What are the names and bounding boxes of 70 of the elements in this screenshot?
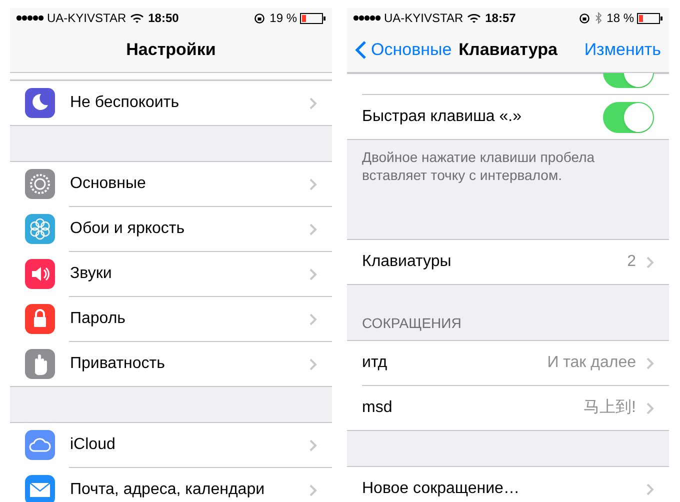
chevron-icon: [309, 484, 317, 496]
row-label: Звуки: [70, 264, 112, 284]
lock-icon: [25, 304, 55, 334]
row-label: Обои и яркость: [70, 219, 185, 239]
wifi-icon: [130, 13, 144, 23]
cloud-icon: [25, 430, 55, 460]
settings-row[interactable]: iCloud: [10, 423, 332, 467]
battery-icon: [300, 12, 326, 24]
row-label: msd: [362, 398, 392, 418]
flower-icon: [25, 214, 55, 244]
battery-icon: [637, 12, 663, 24]
bluetooth-icon: [594, 12, 602, 24]
chevron-icon: [309, 178, 317, 190]
battery-text: 18 %: [606, 10, 634, 27]
time-text: 18:50: [148, 10, 179, 27]
row-label: Быстрая клавиша «.»: [362, 107, 522, 127]
row-label: Пароль: [70, 309, 126, 329]
rotation-lock-icon: [254, 12, 265, 24]
row-label: Клавиатуры: [362, 252, 452, 272]
rotation-lock-icon: [578, 12, 590, 24]
row-value: 马上到!: [584, 398, 636, 418]
chevron-icon: [646, 482, 654, 496]
chevron-icon: [309, 358, 317, 370]
settings-row[interactable]: Основные: [10, 162, 332, 206]
signal-icon: [16, 15, 44, 21]
chevron-icon: [309, 96, 317, 110]
moon-icon: [25, 88, 55, 118]
toggle-switch[interactable]: [603, 102, 654, 132]
chevron-icon: [646, 256, 654, 268]
settings-row[interactable]: Почта, адреса, календари: [10, 468, 332, 502]
row-label: Почта, адреса, календари: [70, 480, 265, 500]
settings-row[interactable]: Обои и яркость: [10, 207, 332, 251]
row-value: И так далее: [547, 353, 636, 373]
carrier-text: UA-KYIVSTAR: [384, 10, 464, 27]
hand-icon: [25, 349, 55, 379]
chevron-icon: [309, 312, 317, 326]
back-chevron-icon: [355, 40, 367, 60]
settings-row[interactable]: Не беспокоить: [10, 81, 332, 125]
screen-title: Клавиатура: [458, 39, 558, 62]
settings-row[interactable]: Клавиатуры 2: [347, 240, 669, 284]
settings-row[interactable]: Звуки: [10, 252, 332, 296]
settings-row[interactable]: Пароль: [10, 297, 332, 341]
settings-row[interactable]: msd 马上到!: [347, 386, 669, 430]
back-button[interactable]: Основные: [355, 37, 452, 63]
row-label: Основные: [70, 174, 146, 194]
speaker-icon: [25, 259, 55, 289]
signal-icon: [353, 15, 381, 21]
chevron-icon: [309, 268, 317, 280]
battery-text: 19 %: [270, 10, 297, 27]
screen-title: Настройки: [126, 39, 216, 62]
chevron-icon: [309, 222, 317, 236]
row-label: Новое сокращение…: [362, 479, 520, 499]
chevron-icon: [646, 356, 654, 370]
section-header: СОКРАЩЕНИЯ: [362, 314, 462, 333]
carrier-text: UA-KYIVSTAR: [47, 10, 126, 27]
section-footer: Двойное нажатие клавиши пробела вставляет точку с интервалом.: [362, 148, 654, 184]
row-label: итд: [362, 353, 388, 373]
edit-button[interactable]: Изменить: [584, 37, 661, 63]
chevron-icon: [646, 402, 654, 414]
settings-row[interactable]: Новое сокращение…: [347, 467, 669, 502]
row-label: Не беспокоить: [70, 93, 180, 113]
row-value: 2: [627, 252, 636, 272]
chevron-icon: [309, 438, 317, 452]
time-text: 18:57: [485, 10, 516, 27]
row-label: iCloud: [70, 435, 116, 455]
gear-icon: [25, 169, 55, 199]
wifi-icon: [467, 13, 482, 23]
settings-row[interactable]: итд И так далее: [347, 341, 669, 385]
row-label: Приватность: [70, 354, 165, 374]
settings-row[interactable]: Приватность: [10, 342, 332, 386]
